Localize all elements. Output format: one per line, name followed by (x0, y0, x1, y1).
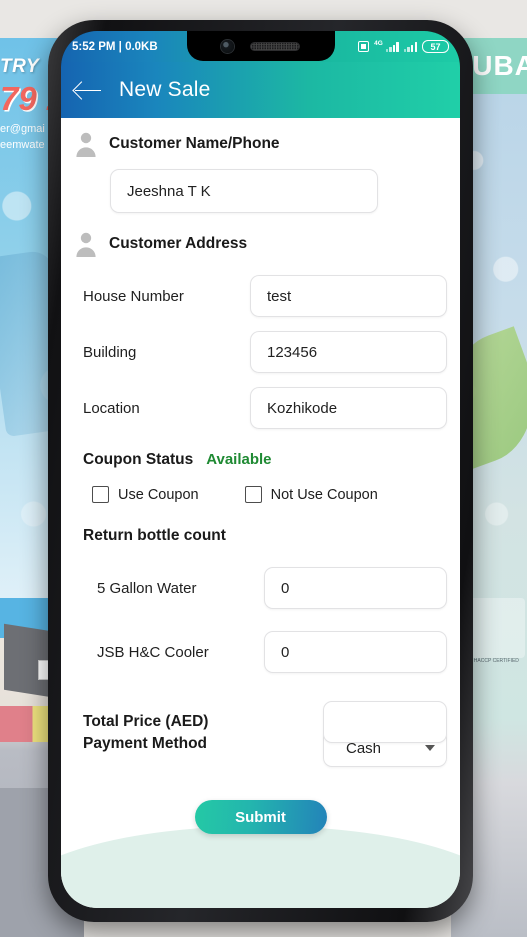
network-type-label: 4G (374, 40, 383, 47)
house-number-value: test (267, 287, 292, 305)
cooler-row: JSB H&C Cooler 0 (74, 631, 447, 673)
not-use-coupon-label: Not Use Coupon (270, 486, 378, 503)
customer-address-section-header: Customer Address (74, 231, 447, 257)
checkbox-icon (92, 486, 109, 503)
total-price-label: Total Price (AED) (83, 713, 209, 730)
chevron-down-icon (425, 745, 435, 751)
house-number-row: House Number test (74, 275, 447, 317)
customer-name-input[interactable]: Jeeshna T K (110, 169, 378, 213)
sim-card-icon (358, 41, 370, 52)
person-icon (76, 132, 96, 157)
building-row: Building 123456 (74, 331, 447, 373)
gallon-water-value: 0 (281, 579, 290, 597)
back-arrow-icon[interactable] (75, 80, 101, 100)
phone-notch (186, 31, 335, 61)
gallon-water-input[interactable]: 0 (264, 567, 447, 609)
cooler-label: JSB H&C Cooler (97, 643, 209, 661)
customer-name-section-header: Customer Name/Phone (74, 131, 447, 157)
house-number-input[interactable]: test (250, 275, 447, 317)
front-camera-icon (221, 39, 234, 53)
payment-method-label: Payment Method (83, 735, 208, 752)
status-bar-indicators: 4G 57 (358, 40, 449, 53)
gallon-water-row: 5 Gallon Water 0 (74, 567, 447, 609)
use-coupon-label: Use Coupon (118, 486, 199, 503)
app-header-bar: New Sale (61, 62, 460, 118)
customer-name-label: Customer Name/Phone (109, 135, 280, 152)
building-value: 123456 (267, 343, 318, 361)
customer-name-value: Jeeshna T K (127, 182, 211, 200)
checkbox-icon (244, 486, 262, 503)
signal-bars-icon-2 (403, 41, 417, 52)
coupon-options-row: Use Coupon Not Use Coupon (74, 486, 447, 503)
return-bottle-count-heading: Return bottle count (83, 527, 226, 544)
building-input[interactable]: 123456 (250, 331, 447, 373)
coupon-status-badge: Available (206, 451, 272, 468)
person-icon (76, 232, 96, 257)
use-coupon-checkbox[interactable]: Use Coupon (92, 486, 199, 503)
cooler-input[interactable]: 0 (264, 631, 447, 673)
customer-address-label: Customer Address (109, 235, 248, 252)
not-use-coupon-checkbox[interactable]: Not Use Coupon (244, 486, 378, 503)
building-label: Building (83, 343, 137, 361)
page-root: TRY 79 10 er@gmai eemwate DUBA ISO & HAC… (0, 0, 527, 937)
status-bar-time-data: 5:52 PM | 0.0KB (72, 40, 158, 53)
phone-device-frame: 5:52 PM | 0.0KB 4G 57 New Sale Customer … (48, 20, 473, 922)
decorative-bottom-curve (61, 826, 460, 908)
coupon-status-row: Coupon Status Available (74, 451, 447, 469)
earpiece-speaker-icon (250, 41, 300, 51)
location-row: Location Kozhikode (74, 387, 447, 429)
location-label: Location (83, 399, 140, 417)
location-input[interactable]: Kozhikode (250, 387, 447, 429)
coupon-status-label: Coupon Status (83, 451, 194, 468)
gallon-water-label: 5 Gallon Water (97, 579, 197, 597)
submit-button[interactable]: Submit (194, 800, 327, 834)
total-and-payment-zone: Payment Method Cash Total Price (AED) (74, 701, 447, 767)
battery-icon: 57 (422, 40, 449, 53)
location-value: Kozhikode (267, 399, 338, 417)
page-title: New Sale (119, 78, 211, 101)
house-number-label: House Number (83, 287, 184, 305)
phone-screen: 5:52 PM | 0.0KB 4G 57 New Sale Customer … (61, 31, 460, 908)
cooler-value: 0 (281, 643, 290, 661)
signal-bars-icon-1 (385, 41, 399, 52)
new-sale-form: Customer Name/Phone Jeeshna T K Customer… (61, 118, 460, 908)
total-price-input[interactable] (323, 701, 447, 743)
